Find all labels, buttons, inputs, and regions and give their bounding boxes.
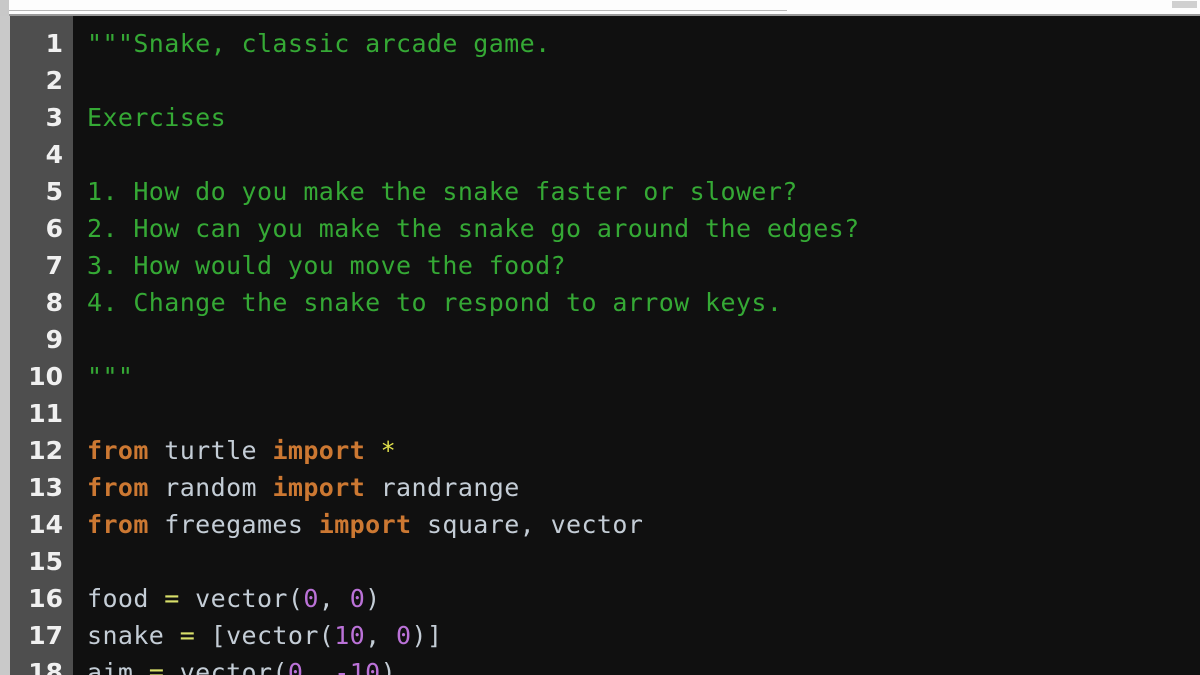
code-token-ident: vector( xyxy=(164,658,288,675)
line-number: 9 xyxy=(45,325,63,354)
code-token-doc: 2. How can you make the snake go around … xyxy=(87,214,860,243)
app-toolbar[interactable] xyxy=(0,0,1200,16)
line-number: 5 xyxy=(45,177,63,206)
code-token-ident: random xyxy=(164,473,257,502)
code-text-area[interactable]: """Snake, classic arcade game. Exercises 1… xyxy=(73,16,1200,675)
line-number: 11 xyxy=(28,399,63,428)
code-token-punct: )] xyxy=(411,621,443,650)
code-token-punct xyxy=(149,473,164,502)
code-token-ident: randrange xyxy=(380,473,520,502)
code-token-punct xyxy=(365,473,380,502)
line-number: 14 xyxy=(28,510,63,539)
toolbar-group-file[interactable] xyxy=(9,0,417,11)
toolbar-group-run[interactable] xyxy=(517,0,627,11)
code-token-punct: ) xyxy=(380,658,397,675)
line-number: 3 xyxy=(45,103,63,132)
code-token-num: 0 xyxy=(396,621,412,650)
line-number: 10 xyxy=(28,362,63,391)
code-token-punct: , xyxy=(303,658,335,675)
code-token-punct xyxy=(257,473,272,502)
code-token-ident: snake xyxy=(87,621,180,650)
code-token-punct xyxy=(365,436,380,465)
code-token-num: -10 xyxy=(334,658,381,675)
code-line[interactable] xyxy=(73,62,1200,99)
code-line[interactable]: 4. Change the snake to respond to arrow … xyxy=(73,284,1200,321)
code-line[interactable]: snake = [vector(10, 0)] xyxy=(73,617,1200,654)
editor-left-rail xyxy=(0,16,10,675)
code-line[interactable]: """ xyxy=(73,358,1200,395)
code-token-punct xyxy=(149,436,164,465)
code-line[interactable]: from turtle import * xyxy=(73,432,1200,469)
code-token-kw: import xyxy=(272,436,366,465)
line-number-gutter[interactable]: 1 2 3 4 5 6 7 8 9 10 11 12 13 14 15 16 17 18 xyxy=(10,16,73,675)
line-number: 12 xyxy=(28,436,63,465)
code-line[interactable]: 1. How do you make the snake faster or s… xyxy=(73,173,1200,210)
code-token-num: 10 xyxy=(334,621,366,650)
code-token-kw: from xyxy=(87,510,149,539)
line-number: 2 xyxy=(45,66,63,95)
code-token-num: 0 xyxy=(349,584,366,613)
code-token-punct: ) xyxy=(365,584,381,613)
toolbar-group-edit[interactable] xyxy=(417,0,517,11)
code-token-punct xyxy=(257,436,272,465)
toolbar-group-tools[interactable] xyxy=(627,0,787,11)
code-token-kw: from xyxy=(87,473,149,502)
code-line[interactable]: food = vector(0, 0) xyxy=(73,580,1200,617)
code-line[interactable]: 3. How would you move the food? xyxy=(73,247,1200,284)
code-token-doc: 4. Change the snake to respond to arrow … xyxy=(87,288,783,317)
code-editor[interactable]: 1 2 3 4 5 6 7 8 9 10 11 12 13 14 15 16 17 18 """Snake, cl… xyxy=(0,16,1200,675)
code-line[interactable] xyxy=(73,136,1200,173)
code-line[interactable] xyxy=(73,543,1200,580)
code-token-punct: , xyxy=(318,584,350,613)
code-token-kw: import xyxy=(318,510,412,539)
code-token-punct xyxy=(412,510,427,539)
code-token-ident: square, vector xyxy=(426,510,644,539)
code-token-doc: Exercises xyxy=(87,103,227,132)
code-token-doc: 1. How do you make the snake faster or s… xyxy=(87,177,798,206)
code-line[interactable]: from freegames import square, vector xyxy=(73,506,1200,543)
line-number: 4 xyxy=(45,140,63,169)
line-number-list: 1 2 3 4 5 6 7 8 9 10 11 12 13 14 15 16 17 18 xyxy=(10,25,73,675)
code-token-ident: [vector( xyxy=(195,621,335,650)
code-token-op: = xyxy=(164,584,180,613)
code-token-ident: vector( xyxy=(179,584,304,613)
code-line-list: """Snake, classic arcade game. Exercises 1… xyxy=(73,25,1200,675)
code-line[interactable] xyxy=(73,395,1200,432)
code-line[interactable]: aim = vector(0, -10) xyxy=(73,654,1200,675)
line-number: 8 xyxy=(45,288,63,317)
line-number: 17 xyxy=(28,621,63,650)
line-number: 18 xyxy=(28,658,63,675)
editor-window: 1 2 3 4 5 6 7 8 9 10 11 12 13 14 15 16 17 18 """Snake, cl… xyxy=(0,0,1200,675)
code-token-ident: freegames xyxy=(164,510,304,539)
code-token-star: * xyxy=(380,436,397,465)
code-token-punct: , xyxy=(365,621,397,650)
code-token-num: 0 xyxy=(303,584,319,613)
code-token-punct xyxy=(303,510,318,539)
code-token-num: 0 xyxy=(287,658,304,675)
toolbar-left-edge xyxy=(0,0,9,16)
code-token-kw: from xyxy=(87,436,149,465)
line-number: 6 xyxy=(45,214,63,243)
code-token-doc: """ xyxy=(87,362,134,391)
line-number: 13 xyxy=(28,473,63,502)
code-line[interactable]: """Snake, classic arcade game. xyxy=(73,25,1200,62)
line-number: 15 xyxy=(28,547,63,576)
code-line[interactable]: from random import randrange xyxy=(73,469,1200,506)
line-number: 7 xyxy=(45,251,63,280)
code-token-ident: aim xyxy=(87,658,149,675)
code-token-op: = xyxy=(148,658,165,675)
code-token-op: = xyxy=(179,621,196,650)
toolbar-overflow-button[interactable] xyxy=(1172,1,1197,8)
code-line[interactable]: 2. How can you make the snake go around … xyxy=(73,210,1200,247)
line-number: 1 xyxy=(45,29,63,58)
code-token-ident: food xyxy=(87,584,165,613)
code-token-kw: import xyxy=(272,473,366,502)
code-token-ident: turtle xyxy=(164,436,257,465)
code-line[interactable] xyxy=(73,321,1200,358)
code-token-doc: """Snake, classic arcade game. xyxy=(87,29,551,58)
code-token-doc: 3. How would you move the food? xyxy=(87,251,566,280)
code-line[interactable]: Exercises xyxy=(73,99,1200,136)
code-token-punct xyxy=(149,510,164,539)
line-number: 16 xyxy=(28,584,63,613)
